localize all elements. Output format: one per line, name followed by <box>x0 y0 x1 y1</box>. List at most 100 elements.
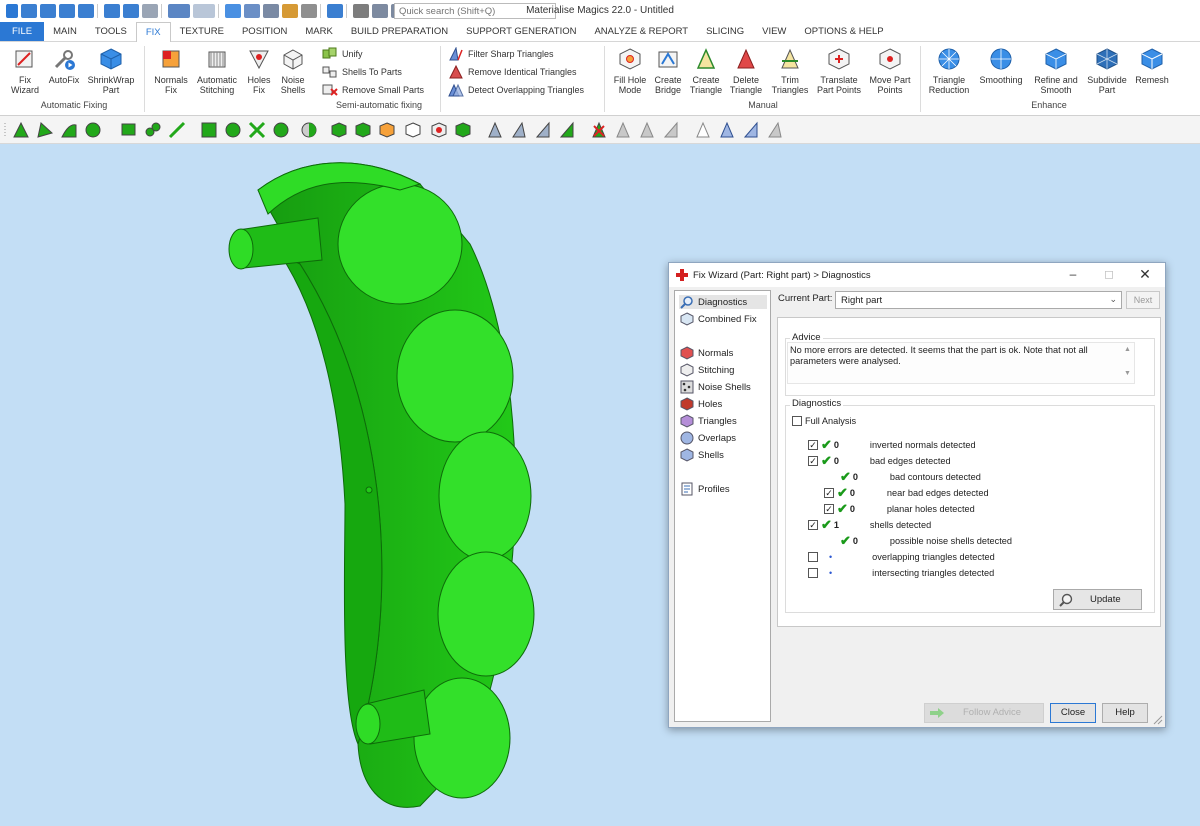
tab-options-help[interactable]: OPTIONS & HELP <box>795 22 892 41</box>
nav-item-triangles[interactable]: Triangles <box>680 414 737 428</box>
tab-position[interactable]: POSITION <box>233 22 296 41</box>
diag-checkbox[interactable]: ✓ <box>824 504 834 514</box>
automatic-stitching-button[interactable]: Automatic Stitching <box>192 47 242 95</box>
nav-item-stitching[interactable]: Stitching <box>680 363 734 377</box>
tab-main[interactable]: MAIN <box>44 22 86 41</box>
nav-item-profiles[interactable]: Profiles <box>680 482 730 496</box>
shells-to-parts-button[interactable]: Shells To Parts <box>322 65 402 79</box>
delete-triangle-button[interactable]: Delete Triangle <box>726 47 766 95</box>
advice-scrollbar[interactable]: ▲ ▼ <box>1122 344 1133 382</box>
triangle-grey-icon[interactable] <box>510 121 528 139</box>
triangle-blue2-icon[interactable] <box>742 121 760 139</box>
quick-search-input[interactable] <box>394 3 556 19</box>
redo-icon[interactable] <box>193 4 215 18</box>
open-file-icon[interactable] <box>40 4 56 18</box>
close-part-icon[interactable] <box>142 4 158 18</box>
nav-item-holes[interactable]: Holes <box>680 397 722 411</box>
box-icon[interactable] <box>372 4 388 18</box>
tab-file[interactable]: FILE <box>0 22 45 41</box>
refine-and-smooth-button[interactable]: Refine and Smooth <box>1030 47 1082 95</box>
triangle-light3-icon[interactable] <box>662 121 680 139</box>
autofix-button[interactable]: AutoFix <box>44 47 84 85</box>
new-file-icon[interactable] <box>21 4 37 18</box>
normals-fix-button[interactable]: Normals Fix <box>150 47 192 95</box>
save-icon[interactable] <box>59 4 75 18</box>
smoothing-button[interactable]: Smoothing <box>976 47 1026 85</box>
save-project-icon[interactable] <box>123 4 139 18</box>
mark-contour-icon[interactable] <box>200 121 218 139</box>
diag-checkbox[interactable] <box>808 568 818 578</box>
tab-build-preparation[interactable]: BUILD PREPARATION <box>342 22 457 41</box>
unify-button[interactable]: Unify <box>322 47 363 61</box>
maximize-button[interactable]: ◻ <box>1095 265 1123 283</box>
remesh-button[interactable]: Remesh <box>1132 47 1172 85</box>
save-as-icon[interactable] <box>78 4 94 18</box>
fill-hole-mode-button[interactable]: Fill Hole Mode <box>610 47 650 95</box>
scroll-up-icon[interactable]: ▲ <box>1122 344 1133 356</box>
nav-item-diagnostics[interactable]: Diagnostics <box>679 295 767 309</box>
help-button[interactable]: Help <box>1102 703 1148 723</box>
fix-wizard-button[interactable]: Fix Wizard <box>6 47 44 95</box>
tab-fix[interactable]: FIX <box>135 22 171 43</box>
undo-icon[interactable] <box>168 4 190 18</box>
resize-grip-icon[interactable] <box>1153 715 1163 725</box>
scroll-down-icon[interactable]: ▼ <box>1122 368 1133 380</box>
diag-checkbox[interactable]: ✓ <box>824 488 834 498</box>
mark-brush-icon[interactable] <box>144 121 162 139</box>
tab-tools[interactable]: TOOLS <box>86 22 136 41</box>
detect-overlapping-triangles-button[interactable]: Detect Overlapping Triangles <box>448 83 584 97</box>
full-analysis-row[interactable]: Full Analysis <box>792 414 856 428</box>
triangle-grey2-icon[interactable] <box>766 121 784 139</box>
view-cube-icon[interactable] <box>263 4 279 18</box>
cut-icon[interactable] <box>353 4 369 18</box>
current-part-select[interactable]: Right part ⌄ <box>835 291 1122 309</box>
next-button[interactable]: Next <box>1126 291 1160 309</box>
dialog-titlebar[interactable]: Fix Wizard (Part: Right part) > Diagnost… <box>669 263 1165 287</box>
box-mark-red-icon[interactable] <box>430 121 448 139</box>
shrinkwrap-button[interactable]: ShrinkWrap Part <box>84 47 138 95</box>
mark-plane-icon[interactable] <box>36 121 54 139</box>
tab-view[interactable]: VIEW <box>753 22 795 41</box>
remove-small-parts-button[interactable]: Remove Small Parts <box>322 83 424 97</box>
trim-triangles-button[interactable]: Trim Triangles <box>768 47 812 95</box>
subdivide-part-button[interactable]: Subdivide Part <box>1084 47 1130 95</box>
remove-identical-triangles-button[interactable]: Remove Identical Triangles <box>448 65 577 79</box>
mark-surface-icon[interactable] <box>60 121 78 139</box>
tab-analyze-report[interactable]: ANALYZE & REPORT <box>585 22 697 41</box>
tab-slicing[interactable]: SLICING <box>697 22 753 41</box>
mark-part-icon[interactable] <box>330 121 348 139</box>
expand-marking-icon[interactable] <box>224 121 242 139</box>
diag-checkbox[interactable] <box>808 552 818 562</box>
delete-marked-icon[interactable] <box>590 121 608 139</box>
follow-advice-button[interactable]: Follow Advice <box>924 703 1044 723</box>
save-all-icon[interactable] <box>104 4 120 18</box>
triangle-flip-icon[interactable] <box>534 121 552 139</box>
nav-item-combined-fix[interactable]: Combined Fix <box>680 312 757 326</box>
triangle-green-icon[interactable] <box>558 121 576 139</box>
zoom-icon[interactable] <box>282 4 298 18</box>
shrink-marking-icon[interactable] <box>248 121 266 139</box>
diag-checkbox[interactable]: ✓ <box>808 440 818 450</box>
mark-all-icon[interactable] <box>272 121 290 139</box>
update-button[interactable]: Update <box>1053 589 1142 610</box>
triangle-blue-icon[interactable] <box>718 121 736 139</box>
move-part-points-button[interactable]: Move Part Points <box>866 47 914 95</box>
create-triangle-button[interactable]: Create Triangle <box>686 47 726 95</box>
create-bridge-button[interactable]: Create Bridge <box>650 47 686 95</box>
nav-item-overlaps[interactable]: Overlaps <box>680 431 736 445</box>
box-green-icon[interactable] <box>454 121 472 139</box>
noise-shells-button[interactable]: Noise Shells <box>276 47 310 95</box>
close-button[interactable]: Close <box>1050 703 1096 723</box>
box-outline-icon[interactable] <box>404 121 422 139</box>
full-analysis-checkbox[interactable] <box>792 416 802 426</box>
tab-mark[interactable]: MARK <box>296 22 341 41</box>
translate-part-points-button[interactable]: Translate Part Points <box>814 47 864 95</box>
triangle-light-icon[interactable] <box>614 121 632 139</box>
diag-checkbox[interactable]: ✓ <box>808 520 818 530</box>
select-icon[interactable] <box>225 4 241 18</box>
triangle-reduction-button[interactable]: Triangle Reduction <box>926 47 972 95</box>
mark-curve-icon[interactable] <box>168 121 186 139</box>
wrench-icon[interactable] <box>327 4 343 18</box>
invert-marking-icon[interactable] <box>300 121 318 139</box>
nav-item-normals[interactable]: Normals <box>680 346 733 360</box>
